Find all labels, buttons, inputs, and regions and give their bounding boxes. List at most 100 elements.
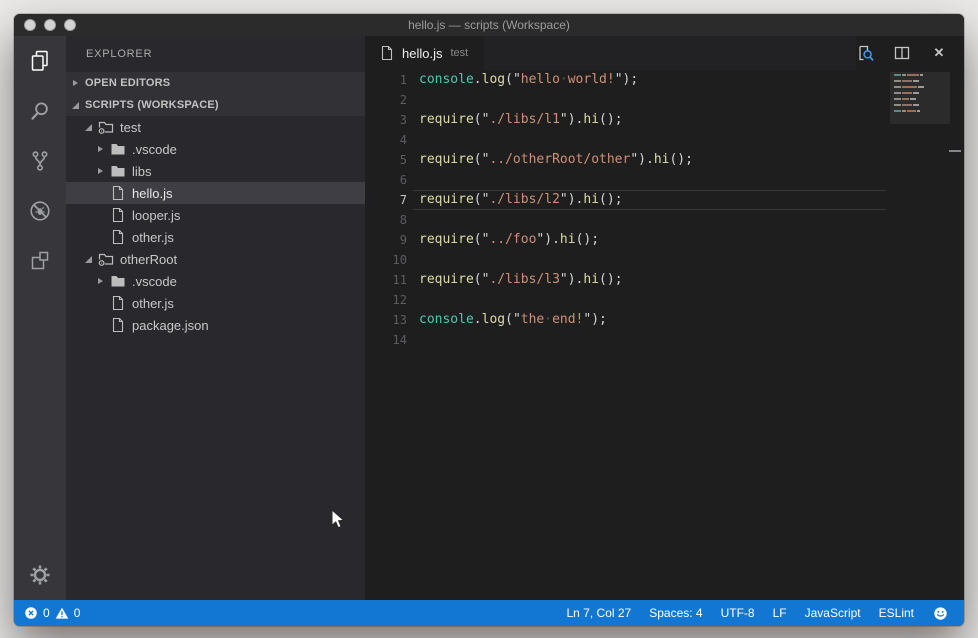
status-cursor-position[interactable]: Ln 7, Col 27 (558, 606, 641, 620)
line-content[interactable]: require("./libs/l3").hi(); (413, 270, 886, 290)
twistie-spacer (96, 320, 106, 330)
line-content[interactable] (413, 210, 886, 230)
chevron-collapsed-icon[interactable] (96, 144, 106, 154)
tree-item-libs[interactable]: libs (66, 160, 365, 182)
line-content[interactable]: console.log("the·end!"); (413, 310, 886, 330)
line-number[interactable]: 3 (365, 110, 413, 130)
activity-settings-icon[interactable] (14, 550, 66, 600)
status-encoding[interactable]: UTF-8 (712, 606, 764, 620)
search-in-file-icon[interactable] (856, 44, 874, 62)
line-content[interactable] (413, 290, 886, 310)
section-header-open-editors[interactable]: OPEN EDITORS (66, 72, 365, 94)
line-number[interactable]: 12 (365, 290, 413, 310)
code-line-2[interactable]: 2 (365, 90, 964, 110)
activity-debug-icon[interactable] (14, 186, 66, 236)
feedback-smiley-icon[interactable] (923, 606, 952, 621)
activity-search-icon[interactable] (14, 86, 66, 136)
line-number[interactable]: 13 (365, 310, 413, 330)
tab-folder-hint: test (450, 47, 468, 59)
warning-count[interactable]: 0 (74, 606, 81, 620)
code-line-7[interactable]: 7require("./libs/l2").hi(); (365, 190, 964, 210)
line-number[interactable]: 14 (365, 330, 413, 350)
tree-item-test[interactable]: test (66, 116, 365, 138)
code-line-13[interactable]: 13console.log("the·end!"); (365, 310, 964, 330)
tree-item-vscode[interactable]: .vscode (66, 138, 365, 160)
minimap-line (894, 86, 924, 88)
status-eslint-status[interactable]: ESLint (870, 606, 923, 620)
tree-item-looper-js[interactable]: looper.js (66, 204, 365, 226)
line-number[interactable]: 10 (365, 250, 413, 270)
line-content[interactable]: require("./libs/l2").hi(); (413, 190, 886, 210)
chevron-collapsed-icon[interactable] (96, 276, 106, 286)
line-number[interactable]: 6 (365, 170, 413, 190)
minimap[interactable] (890, 70, 950, 600)
problems-status[interactable]: 0 0 (14, 606, 80, 620)
line-number[interactable]: 1 (365, 70, 413, 90)
tab-label: hello.js (402, 46, 442, 61)
line-content[interactable]: require("../foo").hi(); (413, 230, 886, 250)
file-icon (379, 45, 395, 61)
code-line-10[interactable]: 10 (365, 250, 964, 270)
line-number[interactable]: 5 (365, 150, 413, 170)
error-icon (24, 606, 38, 620)
close-icon[interactable]: ✕ (930, 44, 948, 62)
chevron-collapsed-icon[interactable] (96, 166, 106, 176)
line-content[interactable] (413, 250, 886, 270)
code-line-1[interactable]: 1console.log("hello·world!"); (365, 70, 964, 90)
status-language-mode[interactable]: JavaScript (796, 606, 870, 620)
split-editor-icon[interactable] (893, 44, 911, 62)
tree-item-other-js[interactable]: other.js (66, 226, 365, 248)
code-line-5[interactable]: 5require("../otherRoot/other").hi(); (365, 150, 964, 170)
tree-item-vscode[interactable]: .vscode (66, 270, 365, 292)
twistie-spacer (96, 188, 106, 198)
activity-extensions-icon[interactable] (14, 236, 66, 286)
section-header-scripts-workspace[interactable]: SCRIPTS (WORKSPACE) (66, 94, 365, 116)
code-line-4[interactable]: 4 (365, 130, 964, 150)
section-label: SCRIPTS (WORKSPACE) (85, 99, 219, 111)
minimap-line (894, 98, 916, 100)
line-content[interactable] (413, 90, 886, 110)
window-title: hello.js — scripts (Workspace) (408, 18, 570, 32)
line-content[interactable]: require("../otherRoot/other").hi(); (413, 150, 886, 170)
warning-icon (55, 606, 69, 620)
chevron-expanded-icon[interactable] (84, 254, 94, 264)
code-line-3[interactable]: 3require("./libs/l1").hi(); (365, 110, 964, 130)
tab-bar: hello.js test ✕ (365, 36, 964, 70)
code-line-11[interactable]: 11require("./libs/l3").hi(); (365, 270, 964, 290)
section-label: OPEN EDITORS (85, 77, 170, 89)
tree-item-other-js[interactable]: other.js (66, 292, 365, 314)
line-content[interactable] (413, 170, 886, 190)
line-number[interactable]: 8 (365, 210, 413, 230)
code-line-9[interactable]: 9require("../foo").hi(); (365, 230, 964, 250)
code-line-12[interactable]: 12 (365, 290, 964, 310)
code-line-6[interactable]: 6 (365, 170, 964, 190)
line-content[interactable] (413, 130, 886, 150)
zoom-window-button[interactable] (64, 19, 76, 31)
line-content[interactable]: require("./libs/l1").hi(); (413, 110, 886, 130)
line-content[interactable]: console.log("hello·world!"); (413, 70, 886, 90)
line-number[interactable]: 11 (365, 270, 413, 290)
twistie-spacer (96, 232, 106, 242)
code-line-8[interactable]: 8 (365, 210, 964, 230)
sidebar-explorer: EXPLORER OPEN EDITORSSCRIPTS (WORKSPACE)… (66, 36, 365, 600)
line-number[interactable]: 7 (365, 190, 413, 210)
tree-item-hello-js[interactable]: hello.js (66, 182, 365, 204)
activity-explorer-icon[interactable] (14, 36, 66, 86)
line-number[interactable]: 9 (365, 230, 413, 250)
tree-item-package-json[interactable]: package.json (66, 314, 365, 336)
status-bar: 0 0 Ln 7, Col 27Spaces: 4UTF-8LFJavaScri… (14, 600, 964, 626)
close-window-button[interactable] (24, 19, 36, 31)
status-indentation[interactable]: Spaces: 4 (640, 606, 711, 620)
tree-item-label: looper.js (132, 208, 180, 223)
line-number[interactable]: 4 (365, 130, 413, 150)
code-line-14[interactable]: 14 (365, 330, 964, 350)
minimize-window-button[interactable] (44, 19, 56, 31)
activity-source-control-icon[interactable] (14, 136, 66, 186)
tree-item-otherroot[interactable]: otherRoot (66, 248, 365, 270)
chevron-expanded-icon[interactable] (84, 122, 94, 132)
line-content[interactable] (413, 330, 886, 350)
error-count[interactable]: 0 (43, 606, 50, 620)
tab-hello-js[interactable]: hello.js test (365, 36, 484, 70)
line-number[interactable]: 2 (365, 90, 413, 110)
status-eol[interactable]: LF (764, 606, 796, 620)
